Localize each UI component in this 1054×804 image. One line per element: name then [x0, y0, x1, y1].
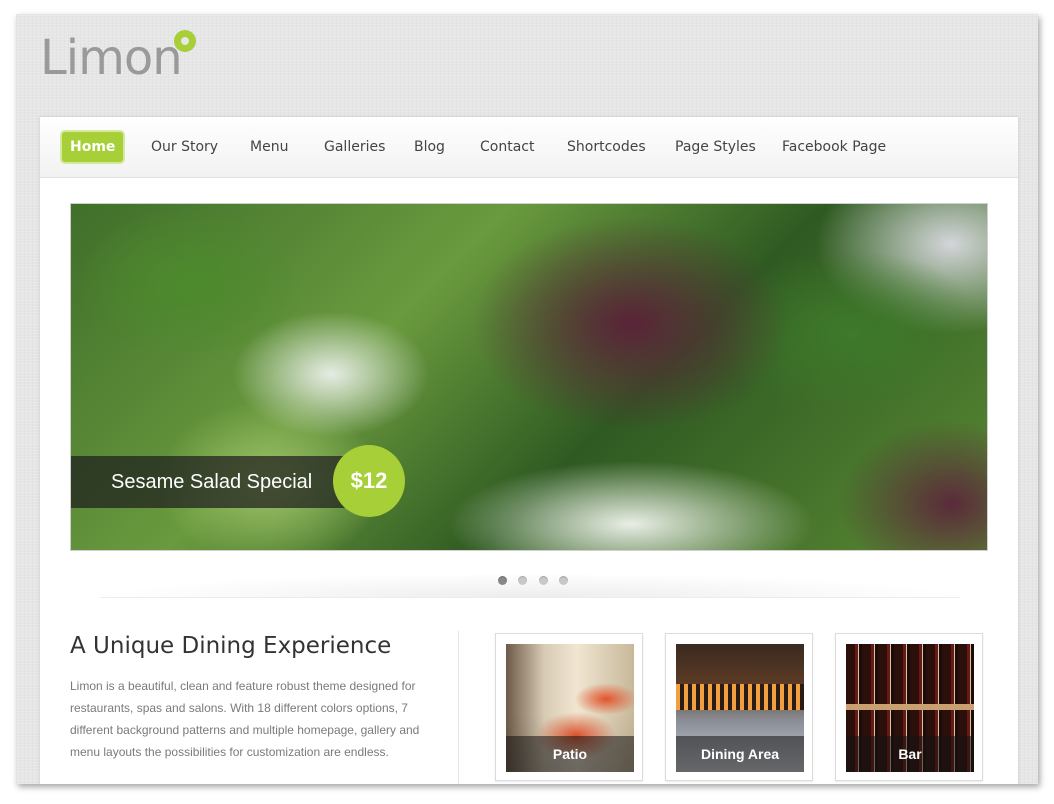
- main-navigation: Home Our Story Menu Galleries Blog Conta…: [40, 117, 1018, 178]
- dining-area-image: Dining Area: [676, 644, 804, 772]
- slider-dot-2[interactable]: [518, 576, 528, 585]
- featured-slider[interactable]: Sesame Salad Special $12: [70, 203, 988, 551]
- nav-item-blog[interactable]: Blog: [414, 132, 445, 162]
- slider-dot-4[interactable]: [559, 576, 569, 585]
- intro-text: Limon is a beautiful, clean and feature …: [70, 679, 420, 759]
- slider-dot-1[interactable]: [498, 576, 507, 585]
- nav-item-page-styles[interactable]: Page Styles: [675, 132, 756, 162]
- nav-item-our-story[interactable]: Our Story: [151, 132, 218, 162]
- intro-heading: A Unique Dining Experience: [70, 633, 392, 659]
- nav-item-home[interactable]: Home: [62, 132, 124, 162]
- slide-caption: Sesame Salad Special: [71, 456, 361, 508]
- slide-caption-text: Sesame Salad Special: [111, 471, 313, 493]
- website-screenshot: Limon Home Our Story Menu Galleries Blog…: [16, 14, 1038, 784]
- slider-dot-3[interactable]: [538, 576, 548, 585]
- column-divider: [458, 631, 459, 784]
- bar-image: Bar: [846, 644, 974, 772]
- gallery-card-bar[interactable]: Bar: [835, 633, 983, 781]
- patio-image: Patio: [506, 644, 634, 772]
- price-badge: $12: [333, 445, 405, 517]
- gallery-label: Patio: [506, 736, 634, 772]
- nav-item-contact[interactable]: Contact: [480, 132, 534, 162]
- nav-item-menu[interactable]: Menu: [250, 132, 288, 162]
- content-panel: Home Our Story Menu Galleries Blog Conta…: [40, 117, 1018, 784]
- nav-item-facebook-page[interactable]: Facebook Page: [782, 132, 886, 162]
- slider-pagination: [498, 572, 575, 585]
- nav-item-galleries[interactable]: Galleries: [324, 132, 385, 162]
- logo-text: Limon: [40, 30, 183, 86]
- nav-item-shortcodes[interactable]: Shortcodes: [567, 132, 646, 162]
- gallery-card-dining-area[interactable]: Dining Area: [665, 633, 813, 781]
- gallery-card-patio[interactable]: Patio: [495, 633, 643, 781]
- logo-dot-icon: [174, 30, 196, 52]
- gallery-label: Dining Area: [676, 736, 804, 772]
- gallery-label: Bar: [846, 736, 974, 772]
